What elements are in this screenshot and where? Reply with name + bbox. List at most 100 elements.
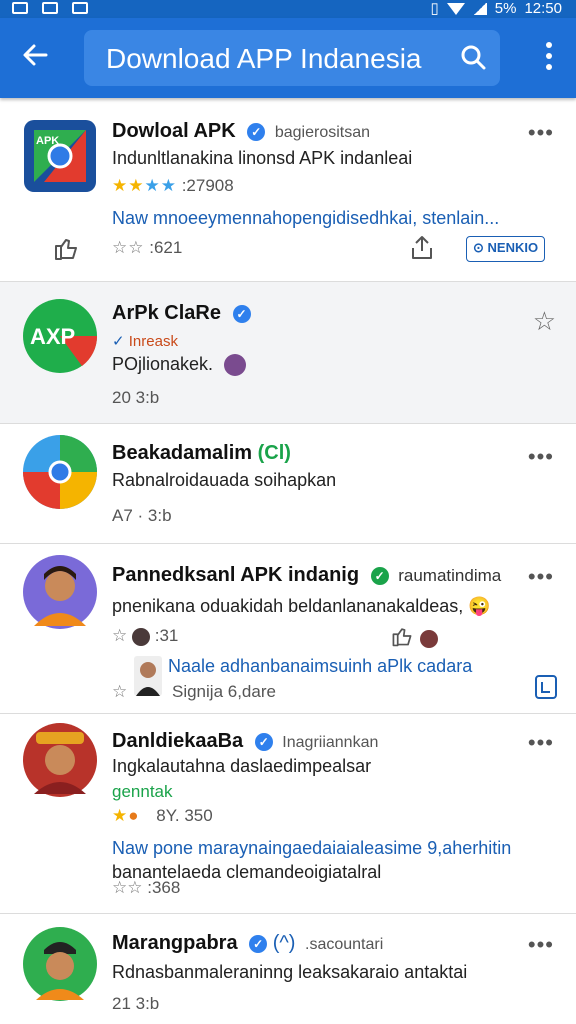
more-options-icon[interactable]: ••• [528,932,554,958]
result-card[interactable]: AXP ArPk ClaRe ✓ ✓ Inreask POjlionakek. … [0,282,576,424]
footer-meta: :621 [149,238,183,257]
result-title[interactable]: Dowloal APK [112,120,236,142]
star-icon: ☆ [112,682,128,701]
rating-count: :27908 [181,176,234,195]
rating-row: ★★★★ :27908 [112,176,234,196]
bookmark-icon[interactable] [534,674,558,705]
emoji-icon: 😜 [468,596,491,616]
user-avatar-icon [420,629,438,648]
app-bar: Download APP Indanesia [0,18,576,98]
result-meta: 21 3:b [112,994,160,1013]
more-options-icon[interactable]: ••• [528,120,554,146]
result-description-row: POjlionakek. [112,354,247,377]
user-avatar-icon [224,354,247,377]
reply-name[interactable]: Naale adhanbanaimsuinh aPlk cadara [168,656,472,677]
notification-icon [42,2,58,14]
result-title[interactable]: Marangpabra [112,932,238,954]
star-outline-icon[interactable]: ☆ [533,306,556,337]
clock: 12:50 [524,0,562,17]
app-logo-icon: AXP [22,298,98,374]
more-options-icon[interactable]: ••• [528,564,554,590]
verified-icon: ✓ [232,304,251,323]
result-card[interactable]: Beakadamalim (Cl) Rabnalroidauada soihap… [0,424,576,544]
verified-icon: ✓ [254,732,273,751]
reply-meta: Signija 6,dare [171,682,276,701]
tag-icon: ✓ [112,333,125,350]
install-button[interactable]: ⊙ NENKIO [466,236,546,262]
back-arrow-icon[interactable] [20,40,50,70]
notification-icon [12,2,28,14]
result-meta: :31 [154,626,179,645]
like-icon[interactable] [52,234,80,267]
result-meta-row: ☆ :31 [112,626,178,646]
result-subtitle: bagierositsan [274,124,371,141]
result-description: POjlionakek. [112,354,214,374]
overflow-menu-icon[interactable] [546,42,554,72]
star-icon: ☆☆ [112,238,145,257]
app-logo-icon [22,434,98,510]
result-title[interactable]: DanldiekaaBa [112,730,243,752]
svg-text:AXP: AXP [30,324,75,349]
share-icon[interactable] [408,234,436,267]
app-logo-icon: APK [22,118,98,194]
user-avatar-icon [131,627,150,646]
result-description: Indunltlanakina linonsd APK indanleai [112,148,413,168]
result-description: Ingkalautahna daslaedimpealsar [112,756,372,776]
result-subtitle: raumatindima [398,566,502,585]
more-options-icon[interactable]: ••• [528,444,554,470]
result-subtitle: .sacountari [305,936,384,953]
user-avatar-icon [22,554,98,630]
search-query-text: Download APP Indanesia [106,43,422,74]
footer-meta-row: ☆☆ :368 [112,878,180,898]
footer-meta-row: ☆☆ :621 [112,238,182,258]
notification-icons [12,0,88,14]
result-description-row: pnenikana oduakidah beldanlananakaldeas,… [112,596,491,617]
result-card[interactable]: Pannedksanl APK indanig ✓ raumatindima p… [0,544,576,714]
result-tag: genntak [112,782,173,801]
rating-count: 8Y. 350 [156,806,213,825]
install-label: NENKIO [487,240,539,255]
wifi-icon [446,3,465,15]
star-icon: ☆ [112,626,128,645]
result-link[interactable]: Naw pone maraynaingaedaiaialeasime 9,ahe… [112,838,511,859]
result-meta: :368 [147,878,181,897]
notification-icon [72,2,88,14]
result-tag: Inreask [128,333,178,350]
result-meta: A7 · 3:b [112,506,172,525]
result-meta: 20 3:b [112,388,160,407]
star-rating-icon: ★★★★ [112,176,177,195]
user-avatar-icon [22,926,98,1002]
result-tag-row: ✓ Inreask [112,332,178,350]
verified-icon: ✓ [247,122,266,141]
result-card[interactable]: Marangpabra ✓ (^) .sacountari Rdnasbanma… [0,914,576,1024]
verified-icon: ✓ [370,566,389,585]
result-description: pnenikana oduakidah beldanlananakaldeas, [112,596,464,616]
verified-icon: ✓ [249,934,268,953]
user-avatar-icon [22,722,98,798]
install-icon: ⊙ [473,240,484,255]
battery-level: 5% [494,0,517,17]
reactions-row[interactable] [390,624,438,653]
search-input[interactable]: Download APP Indanesia [84,30,500,86]
result-card[interactable]: DanldiekaaBa ✓ Inagriiannkan Ingkalautah… [0,714,576,914]
star-icon: ☆☆ [112,878,143,897]
status-bar: ▯ 5% 12:50 [0,0,576,18]
rating-row: ★● 8Y. 350 [112,806,213,826]
result-title[interactable]: ArPk ClaRe [112,302,221,324]
more-options-icon[interactable]: ••• [528,730,554,756]
result-card[interactable]: APK Dowloal APK ✓ bagierositsan Indunltl… [0,100,576,282]
result-title[interactable]: Beakadamalim [112,442,252,464]
reply-meta-row: ☆ Signija 6,dare [112,682,276,702]
result-badge: (^) [272,932,296,954]
like-icon[interactable] [390,624,414,653]
vibrate-icon: ▯ [430,0,439,17]
signal-icon [472,3,487,15]
star-rating-icon: ★● [112,806,140,825]
result-badge: (Cl) [257,442,291,464]
result-link[interactable]: Naw mnoeeymennahopengidisedhkai, stenlai… [112,208,499,229]
result-description: Rdnasbanmaleraninng leaksakaraio antakta… [112,962,468,982]
result-subtitle: Inagriiannkan [282,734,379,751]
svg-text:APK: APK [36,135,59,147]
result-title[interactable]: Pannedksanl APK indanig [112,564,359,586]
search-icon[interactable] [460,44,486,70]
